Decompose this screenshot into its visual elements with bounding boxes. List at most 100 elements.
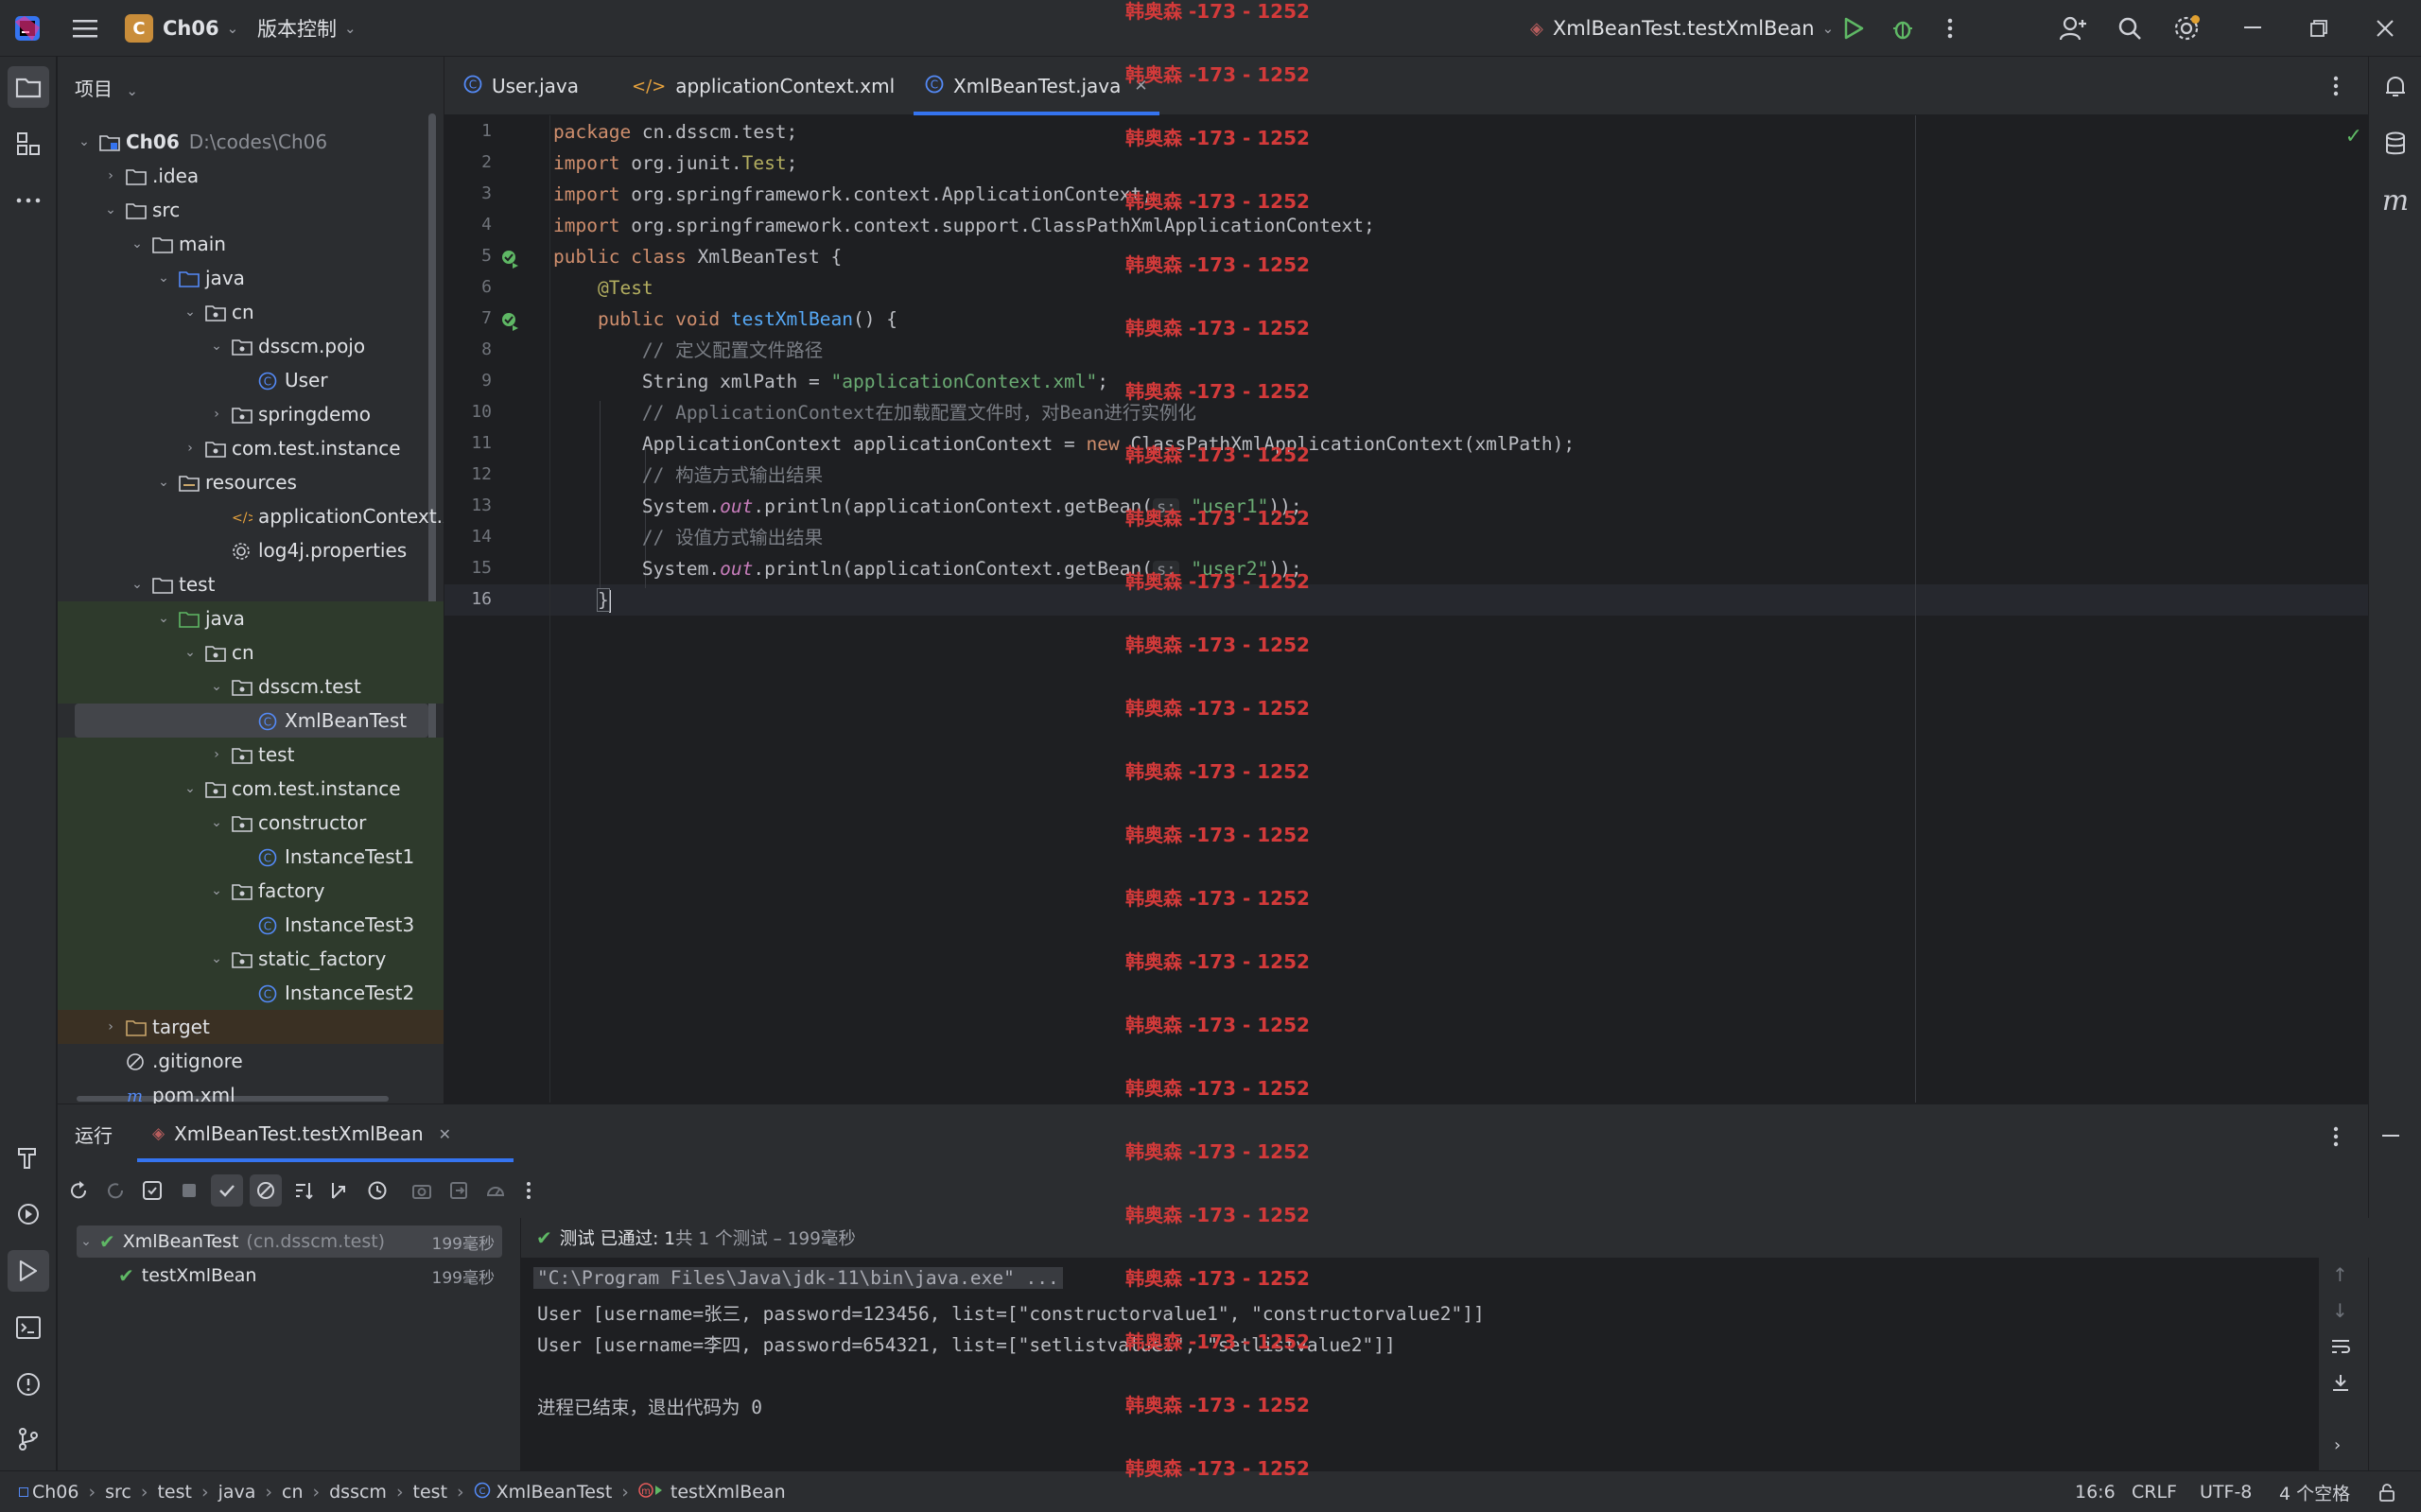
tree-item[interactable]: ⌄ constructor bbox=[58, 806, 444, 840]
tab-options-button[interactable] bbox=[2315, 65, 2357, 107]
chevron-down-icon[interactable]: ⌄ bbox=[207, 679, 226, 694]
breadcrumb-item[interactable]: test bbox=[157, 1482, 192, 1503]
sort-alphabetically-button[interactable] bbox=[288, 1175, 319, 1206]
minimize-button[interactable] bbox=[2232, 0, 2273, 57]
show-ignored-toggle[interactable] bbox=[250, 1174, 282, 1207]
chevron-down-icon[interactable]: ⌄ bbox=[181, 781, 200, 796]
arrow-up-icon[interactable]: ↑ bbox=[2332, 1263, 2348, 1286]
run-tab-xml-bean-test[interactable]: ◈ XmlBeanTest.testXmlBean ✕ bbox=[152, 1104, 451, 1163]
rerun-failed-button[interactable] bbox=[100, 1175, 131, 1206]
chevron-right-icon[interactable]: › bbox=[101, 168, 120, 183]
no-problems-check-icon[interactable]: ✓ bbox=[2345, 125, 2362, 148]
more-tools-button[interactable] bbox=[8, 180, 49, 221]
chevron-down-icon[interactable]: ⌄ bbox=[181, 304, 200, 320]
chevron-down-icon[interactable]: ⌄ bbox=[207, 815, 226, 830]
chevron-down-icon[interactable]: ⌄ bbox=[207, 883, 226, 898]
tree-item[interactable]: ⌄ cn bbox=[58, 635, 444, 669]
indent-setting[interactable]: 4 个空格 bbox=[2279, 1471, 2350, 1512]
run-button[interactable] bbox=[1833, 0, 1874, 57]
chevron-down-icon[interactable]: ⌄ bbox=[207, 951, 226, 966]
console-output[interactable]: "C:\Program Files\Java\jdk-11\bin\java.e… bbox=[521, 1258, 2368, 1471]
chevron-down-icon[interactable]: ⌄ bbox=[75, 134, 94, 149]
notifications-button[interactable] bbox=[2375, 66, 2416, 108]
tree-item[interactable]: ⌄ test bbox=[58, 567, 444, 601]
close-tab-icon[interactable]: ✕ bbox=[439, 1125, 451, 1143]
breadcrumb-item[interactable]: XmlBeanTest bbox=[496, 1482, 613, 1503]
terminal-tool-button[interactable] bbox=[8, 1307, 49, 1348]
tab-xml-bean-test-java[interactable]: C XmlBeanTest.java ✕ bbox=[914, 57, 1159, 115]
tree-item[interactable]: ⌄ main bbox=[58, 227, 444, 261]
tree-item[interactable]: log4j.properties bbox=[58, 533, 444, 567]
build-tool-button[interactable] bbox=[8, 1137, 49, 1178]
soft-wrap-icon[interactable] bbox=[2330, 1337, 2351, 1361]
main-menu-button[interactable] bbox=[64, 0, 106, 57]
stop-button[interactable] bbox=[174, 1175, 204, 1206]
file-encoding[interactable]: UTF-8 bbox=[2200, 1471, 2252, 1512]
caret-position[interactable]: 16:6 bbox=[2075, 1471, 2116, 1512]
tree-item[interactable]: .gitignore bbox=[58, 1044, 444, 1078]
show-passed-toggle[interactable] bbox=[211, 1174, 243, 1207]
tree-item[interactable]: C InstanceTest1 bbox=[58, 840, 444, 874]
chevron-down-icon[interactable]: ⌄ bbox=[128, 236, 147, 252]
project-panel-header[interactable]: 项目 ⌄ bbox=[75, 74, 138, 101]
chevron-right-icon[interactable]: › bbox=[101, 1019, 120, 1034]
tree-item[interactable]: ⌄ resources bbox=[58, 465, 444, 499]
breadcrumb-item[interactable]: cn bbox=[282, 1482, 304, 1503]
vcs-menu[interactable]: 版本控制 ⌄ bbox=[257, 0, 357, 57]
tree-item[interactable]: C InstanceTest3 bbox=[58, 908, 444, 942]
tree-item[interactable]: ⌄ dsscm.test bbox=[58, 669, 444, 704]
chevron-down-icon[interactable]: ⌄ bbox=[154, 611, 173, 626]
coverage-button[interactable] bbox=[480, 1175, 511, 1206]
chevron-down-icon[interactable]: ⌄ bbox=[181, 645, 200, 660]
code-editor[interactable]: 1 2 3 4 5 6 7 8 9 10 11 12 13 14 15 16 ✓ package cn.dss… bbox=[444, 115, 2368, 1103]
line-separator[interactable]: CRLF bbox=[2132, 1471, 2177, 1512]
tree-item[interactable]: ⌄ com.test.instance bbox=[58, 772, 444, 806]
tree-item[interactable]: › target bbox=[58, 1010, 444, 1044]
chevron-down-icon[interactable]: ⌄ bbox=[101, 202, 120, 217]
more-actions-button[interactable] bbox=[1929, 0, 1971, 57]
restore-button[interactable] bbox=[2298, 0, 2340, 57]
run-tool-button[interactable] bbox=[8, 1250, 49, 1292]
tree-item[interactable]: › com.test.instance bbox=[58, 431, 444, 465]
chevron-down-icon[interactable]: ⌄ bbox=[154, 270, 173, 286]
lock-icon[interactable] bbox=[2377, 1471, 2396, 1512]
sort-by-duration-button[interactable] bbox=[325, 1175, 356, 1206]
search-button[interactable] bbox=[2109, 0, 2151, 57]
run-config-selector[interactable]: ◈ XmlBeanTest.testXmlBean ⌄ bbox=[1530, 0, 1834, 57]
maven-button[interactable]: m bbox=[2375, 180, 2416, 221]
breadcrumb-item[interactable]: java bbox=[218, 1482, 256, 1503]
toggle-auto-test-button[interactable] bbox=[137, 1175, 167, 1206]
tree-item[interactable]: </> applicationContext.xml bbox=[58, 499, 444, 533]
tab-application-context-xml[interactable]: </> applicationContext.xml bbox=[632, 57, 895, 115]
test-row-method[interactable]: ✔ testXmlBean 199毫秒 bbox=[77, 1260, 502, 1292]
arrow-down-icon[interactable]: ↓ bbox=[2332, 1299, 2348, 1322]
hide-panel-button[interactable] bbox=[2370, 1116, 2412, 1157]
debug-button[interactable] bbox=[1882, 0, 1924, 57]
tree-item[interactable]: › test bbox=[58, 738, 444, 772]
test-row-class[interactable]: ⌄ ✔ XmlBeanTest (cn.dsscm.test) 199毫秒 bbox=[77, 1225, 502, 1258]
tree-item[interactable]: ⌄ java bbox=[58, 261, 444, 295]
tree-item[interactable]: ⌄ static_factory bbox=[58, 942, 444, 976]
tree-item[interactable]: ⌄ dsscm.pojo bbox=[58, 329, 444, 363]
chevron-right-icon[interactable]: › bbox=[207, 747, 226, 762]
chevron-right-icon[interactable]: › bbox=[181, 441, 200, 456]
tab-user-java[interactable]: C User.java bbox=[463, 57, 579, 115]
tree-item[interactable]: m pom.xml bbox=[58, 1078, 444, 1104]
scroll-to-end-icon[interactable] bbox=[2330, 1373, 2351, 1397]
services-tool-button[interactable] bbox=[8, 1193, 49, 1235]
close-window-button[interactable] bbox=[2364, 0, 2406, 57]
screenshot-button[interactable] bbox=[407, 1175, 437, 1206]
rerun-button[interactable] bbox=[63, 1175, 94, 1206]
chevron-right-icon[interactable]: › bbox=[207, 407, 226, 422]
structure-tool-button[interactable] bbox=[8, 123, 49, 165]
tree-item[interactable]: C InstanceTest2 bbox=[58, 976, 444, 1010]
run-more-button[interactable] bbox=[517, 1175, 540, 1206]
breadcrumb-item[interactable]: test bbox=[413, 1482, 448, 1503]
run-test-method-gutter-icon[interactable] bbox=[499, 310, 520, 336]
database-button[interactable] bbox=[2375, 123, 2416, 165]
breadcrumb-item[interactable]: dsscm bbox=[329, 1482, 387, 1503]
tree-item[interactable]: › .idea bbox=[58, 159, 444, 193]
breadcrumb-item[interactable]: testXmlBean bbox=[671, 1482, 786, 1503]
breadcrumb-item[interactable]: Ch06 bbox=[32, 1482, 79, 1503]
project-selector[interactable]: C Ch06 ⌄ bbox=[125, 0, 238, 57]
